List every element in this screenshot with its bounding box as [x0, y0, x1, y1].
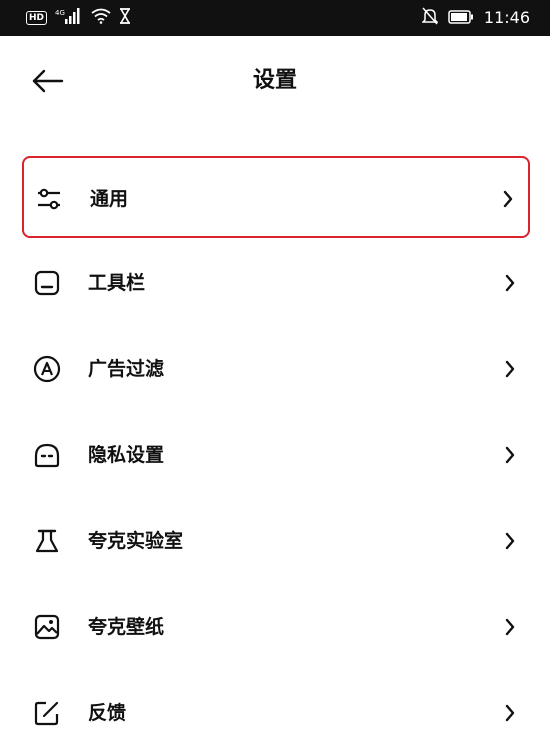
flask-icon: [32, 526, 62, 556]
settings-item-label: 隐私设置: [88, 444, 165, 466]
chevron-right-icon: [502, 189, 514, 209]
settings-item-privacy[interactable]: 隐私设置: [22, 414, 530, 496]
mute-icon: [421, 7, 439, 29]
status-time: 11:46: [483, 8, 530, 27]
chevron-right-icon: [504, 617, 516, 637]
wallpaper-icon: [32, 612, 62, 642]
page-title: 设置: [252, 68, 297, 93]
sliders-icon: [34, 184, 64, 214]
chevron-right-icon: [504, 359, 516, 379]
privacy-icon: [32, 440, 62, 470]
chevron-right-icon: [504, 531, 516, 551]
battery-icon: [448, 9, 474, 28]
settings-item-label: 广告过滤: [88, 358, 165, 380]
settings-item-general[interactable]: 通用: [22, 156, 530, 238]
settings-item-label: 夸克实验室: [88, 530, 184, 552]
toolbar-icon: [32, 268, 62, 298]
header: 设置: [0, 36, 550, 126]
settings-item-label: 通用: [90, 188, 129, 210]
feedback-icon: [32, 698, 62, 728]
chevron-right-icon: [504, 703, 516, 723]
settings-item-toolbar[interactable]: 工具栏: [22, 242, 530, 324]
hourglass-icon: [119, 8, 131, 28]
settings-item-lab[interactable]: 夸克实验室: [22, 500, 530, 582]
settings-item-wallpaper[interactable]: 夸克壁纸: [22, 586, 530, 668]
chevron-right-icon: [504, 445, 516, 465]
hd-icon: HD: [26, 11, 48, 25]
chevron-right-icon: [504, 273, 516, 293]
status-bar-left: HD 4G: [26, 7, 131, 29]
ad-filter-icon: [32, 354, 62, 384]
settings-item-label: 夸克壁纸: [88, 616, 165, 638]
signal-icon: 4G: [55, 7, 83, 29]
status-bar-right: 11:46: [421, 7, 530, 29]
settings-item-ad-filter[interactable]: 广告过滤: [22, 328, 530, 410]
wifi-icon: [91, 8, 111, 28]
network-type: 4G: [55, 9, 65, 17]
settings-item-feedback[interactable]: 反馈: [22, 672, 530, 754]
settings-item-label: 反馈: [88, 702, 127, 724]
status-bar: HD 4G 11:46: [0, 0, 550, 36]
settings-item-label: 工具栏: [88, 272, 146, 294]
